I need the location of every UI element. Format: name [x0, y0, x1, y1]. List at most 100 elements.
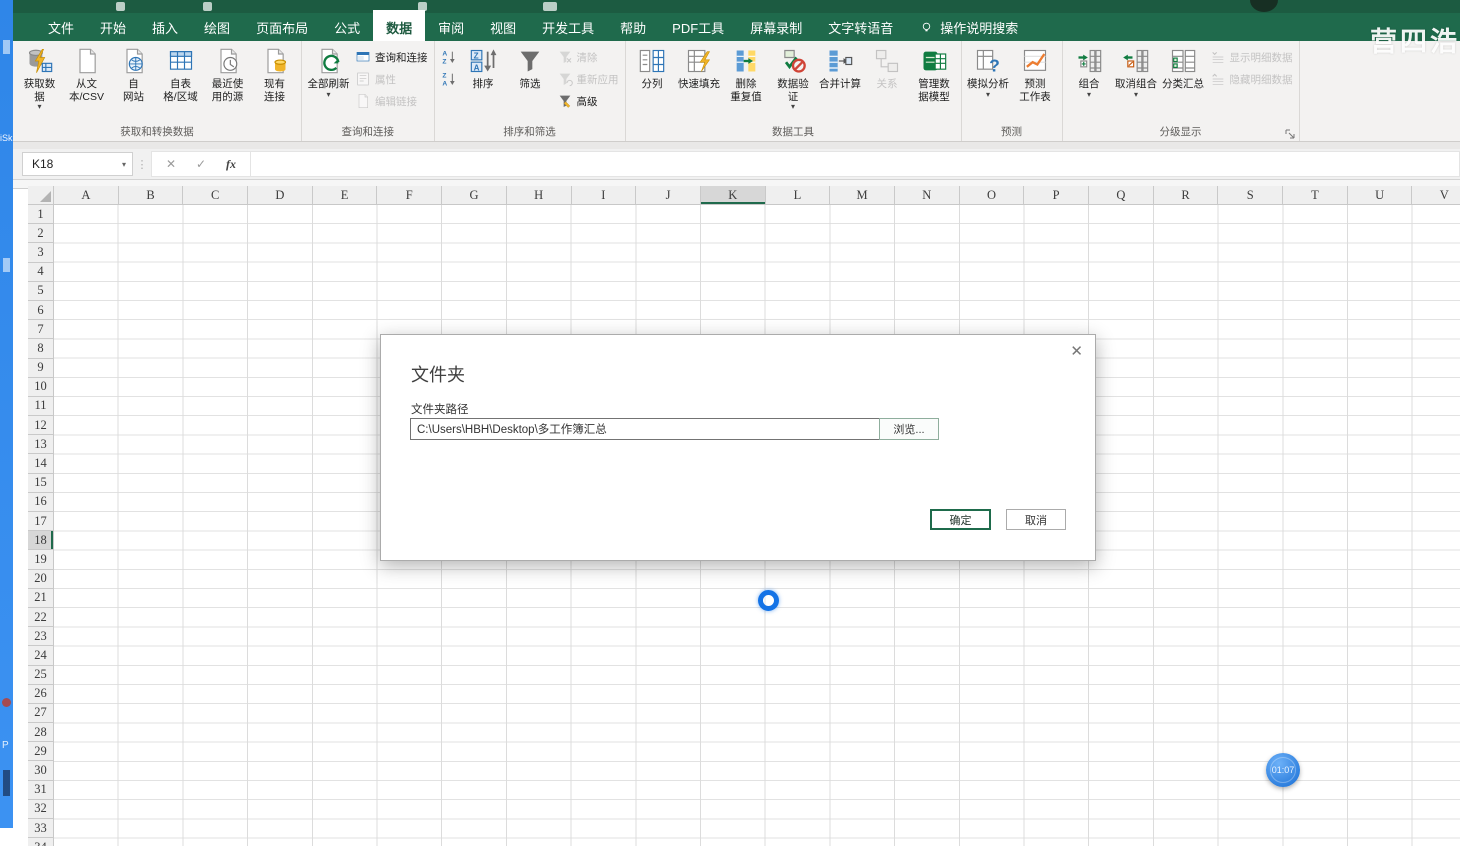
row-header-16[interactable]: 16: [28, 493, 53, 512]
ribbon-button-edit-links[interactable]: 编辑链接: [352, 90, 431, 112]
left-dock-strip[interactable]: iSk P: [0, 0, 13, 828]
ribbon-button-from-table-range[interactable]: 自表 格/区域: [157, 43, 204, 103]
ribbon-tab-file[interactable]: 文件: [35, 13, 87, 41]
column-header-S[interactable]: S: [1218, 186, 1284, 204]
ribbon-tab-insert[interactable]: 插入: [139, 13, 191, 41]
row-header-23[interactable]: 23: [28, 627, 53, 647]
ribbon-button-advanced-filter[interactable]: 高级: [554, 90, 622, 112]
cancel-button[interactable]: 取消: [1006, 509, 1066, 530]
cancel-entry-icon[interactable]: ✕: [156, 157, 186, 171]
ribbon-tab-view[interactable]: 视图: [477, 13, 529, 41]
row-header-5[interactable]: 5: [28, 282, 53, 301]
column-header-B[interactable]: B: [119, 186, 184, 204]
column-header-K[interactable]: K: [700, 186, 766, 204]
row-header-8[interactable]: 8: [28, 339, 53, 359]
row-header-32[interactable]: 32: [28, 800, 53, 819]
ribbon-tab-formulas[interactable]: 公式: [321, 13, 373, 41]
ribbon-button-queries-connections[interactable]: 查询和连接: [352, 46, 431, 68]
ribbon-button-forecast-sheet[interactable]: 预测 工作表: [1012, 43, 1059, 103]
name-box-dropdown-icon[interactable]: ▾: [122, 160, 132, 169]
column-header-O[interactable]: O: [960, 186, 1025, 204]
ribbon-button-remove-duplicates[interactable]: 删除 重复值: [723, 43, 770, 103]
column-header-A[interactable]: A: [54, 186, 119, 204]
row-header-15[interactable]: 15: [28, 474, 53, 493]
browse-button[interactable]: 浏览...: [879, 418, 939, 440]
row-header-28[interactable]: 28: [28, 723, 53, 743]
ribbon-button-reapply-filter[interactable]: 重新应用: [554, 68, 622, 90]
ribbon-button-text-to-columns[interactable]: 分列: [629, 43, 676, 91]
ribbon-button-manage-data-model[interactable]: 管理数 据模型: [911, 43, 958, 103]
row-header-29[interactable]: 29: [28, 742, 53, 762]
ribbon-tab-review[interactable]: 审阅: [425, 13, 477, 41]
row-header-1[interactable]: 1: [28, 205, 53, 225]
ribbon-tab-text-to-speech[interactable]: 文字转语音: [815, 13, 906, 41]
ribbon-button-recent-sources[interactable]: 最近使 用的源: [204, 43, 251, 103]
row-header-7[interactable]: 7: [28, 320, 53, 340]
row-header-13[interactable]: 13: [28, 435, 53, 455]
column-header-Q[interactable]: Q: [1089, 186, 1154, 204]
ribbon-tab-help[interactable]: 帮助: [607, 13, 659, 41]
row-header-9[interactable]: 9: [28, 359, 53, 378]
row-header-19[interactable]: 19: [28, 550, 53, 570]
ribbon-tab-pdf-tools[interactable]: PDF工具: [659, 13, 737, 41]
row-header-25[interactable]: 25: [28, 666, 53, 685]
row-header-17[interactable]: 17: [28, 512, 53, 532]
row-header-11[interactable]: 11: [28, 397, 53, 417]
ribbon-button-group[interactable]: 组合 ▾: [1066, 43, 1113, 99]
ribbon-button-hide-detail[interactable]: 隐藏明细数据: [1207, 68, 1296, 90]
formula-bar-handle[interactable]: ⋮: [133, 158, 151, 171]
ribbon-button-filter[interactable]: 筛选: [507, 43, 554, 91]
ribbon-tab-developer[interactable]: 开发工具: [529, 13, 607, 41]
row-header-10[interactable]: 10: [28, 378, 53, 397]
ok-button[interactable]: 确定: [930, 509, 991, 530]
ribbon-button-get-data[interactable]: 获取数 据 ▾: [16, 43, 63, 111]
ribbon-button-relationships[interactable]: 关系: [864, 43, 911, 91]
row-header-21[interactable]: 21: [28, 589, 53, 608]
insert-function-icon[interactable]: fx: [216, 157, 246, 172]
ribbon-button-sort-ascending[interactable]: AZ: [438, 46, 460, 68]
ribbon-button-existing-connections[interactable]: 现有 连接: [251, 43, 298, 103]
dialog-launcher-icon[interactable]: [1284, 127, 1296, 139]
row-header-12[interactable]: 12: [28, 416, 53, 436]
row-header-3[interactable]: 3: [28, 243, 53, 263]
ribbon-button-ungroup[interactable]: 取消组合 ▾: [1113, 43, 1160, 99]
ribbon-tab-draw[interactable]: 绘图: [191, 13, 243, 41]
confirm-entry-icon[interactable]: ✓: [186, 157, 216, 171]
save-icon[interactable]: [116, 2, 125, 11]
row-header-33[interactable]: 33: [28, 819, 53, 839]
recording-timer-bubble[interactable]: 01:07: [1266, 753, 1300, 787]
row-header-2[interactable]: 2: [28, 224, 53, 244]
row-header-30[interactable]: 30: [28, 761, 53, 781]
ribbon-button-flash-fill[interactable]: 快速填充: [676, 43, 723, 91]
row-header-20[interactable]: 20: [28, 570, 53, 589]
column-header-I[interactable]: I: [572, 186, 637, 204]
ribbon-tab-data[interactable]: 数据: [373, 10, 426, 41]
column-header-H[interactable]: H: [507, 186, 572, 204]
row-header-34[interactable]: 34: [28, 838, 53, 846]
row-header-4[interactable]: 4: [28, 263, 53, 282]
column-header-U[interactable]: U: [1348, 186, 1413, 204]
ribbon-button-properties[interactable]: 属性: [352, 68, 431, 90]
ribbon-button-show-detail[interactable]: 显示明细数据: [1207, 46, 1296, 68]
ribbon-button-what-if-analysis[interactable]: ? 模拟分析 ▾: [965, 43, 1012, 99]
ribbon-tab-home[interactable]: 开始: [87, 13, 139, 41]
column-header-F[interactable]: F: [377, 186, 443, 204]
formula-input[interactable]: [251, 151, 1460, 177]
column-header-G[interactable]: G: [442, 186, 507, 204]
ribbon-tab-page-layout[interactable]: 页面布局: [243, 13, 321, 41]
ribbon-button-from-web[interactable]: 自 网站: [110, 43, 157, 103]
ribbon-button-clear-filter[interactable]: 清除: [554, 46, 622, 68]
column-header-L[interactable]: L: [766, 186, 831, 204]
ribbon-button-sort-descending[interactable]: ZA: [438, 68, 460, 90]
column-header-V[interactable]: V: [1412, 186, 1460, 204]
ribbon-button-data-validation[interactable]: 数据验 证 ▾: [770, 43, 817, 111]
ribbon-button-consolidate[interactable]: 合并计算: [817, 43, 864, 91]
column-header-N[interactable]: N: [895, 186, 960, 204]
row-header-14[interactable]: 14: [28, 454, 53, 474]
name-box[interactable]: K18 ▾: [22, 152, 133, 176]
ribbon-button-subtotal[interactable]: 分类汇总: [1160, 43, 1207, 91]
column-header-J[interactable]: J: [636, 186, 701, 204]
ribbon-button-from-text-csv[interactable]: 从文 本/CSV: [63, 43, 110, 103]
row-header-18[interactable]: 18: [28, 531, 53, 551]
column-header-M[interactable]: M: [830, 186, 895, 204]
